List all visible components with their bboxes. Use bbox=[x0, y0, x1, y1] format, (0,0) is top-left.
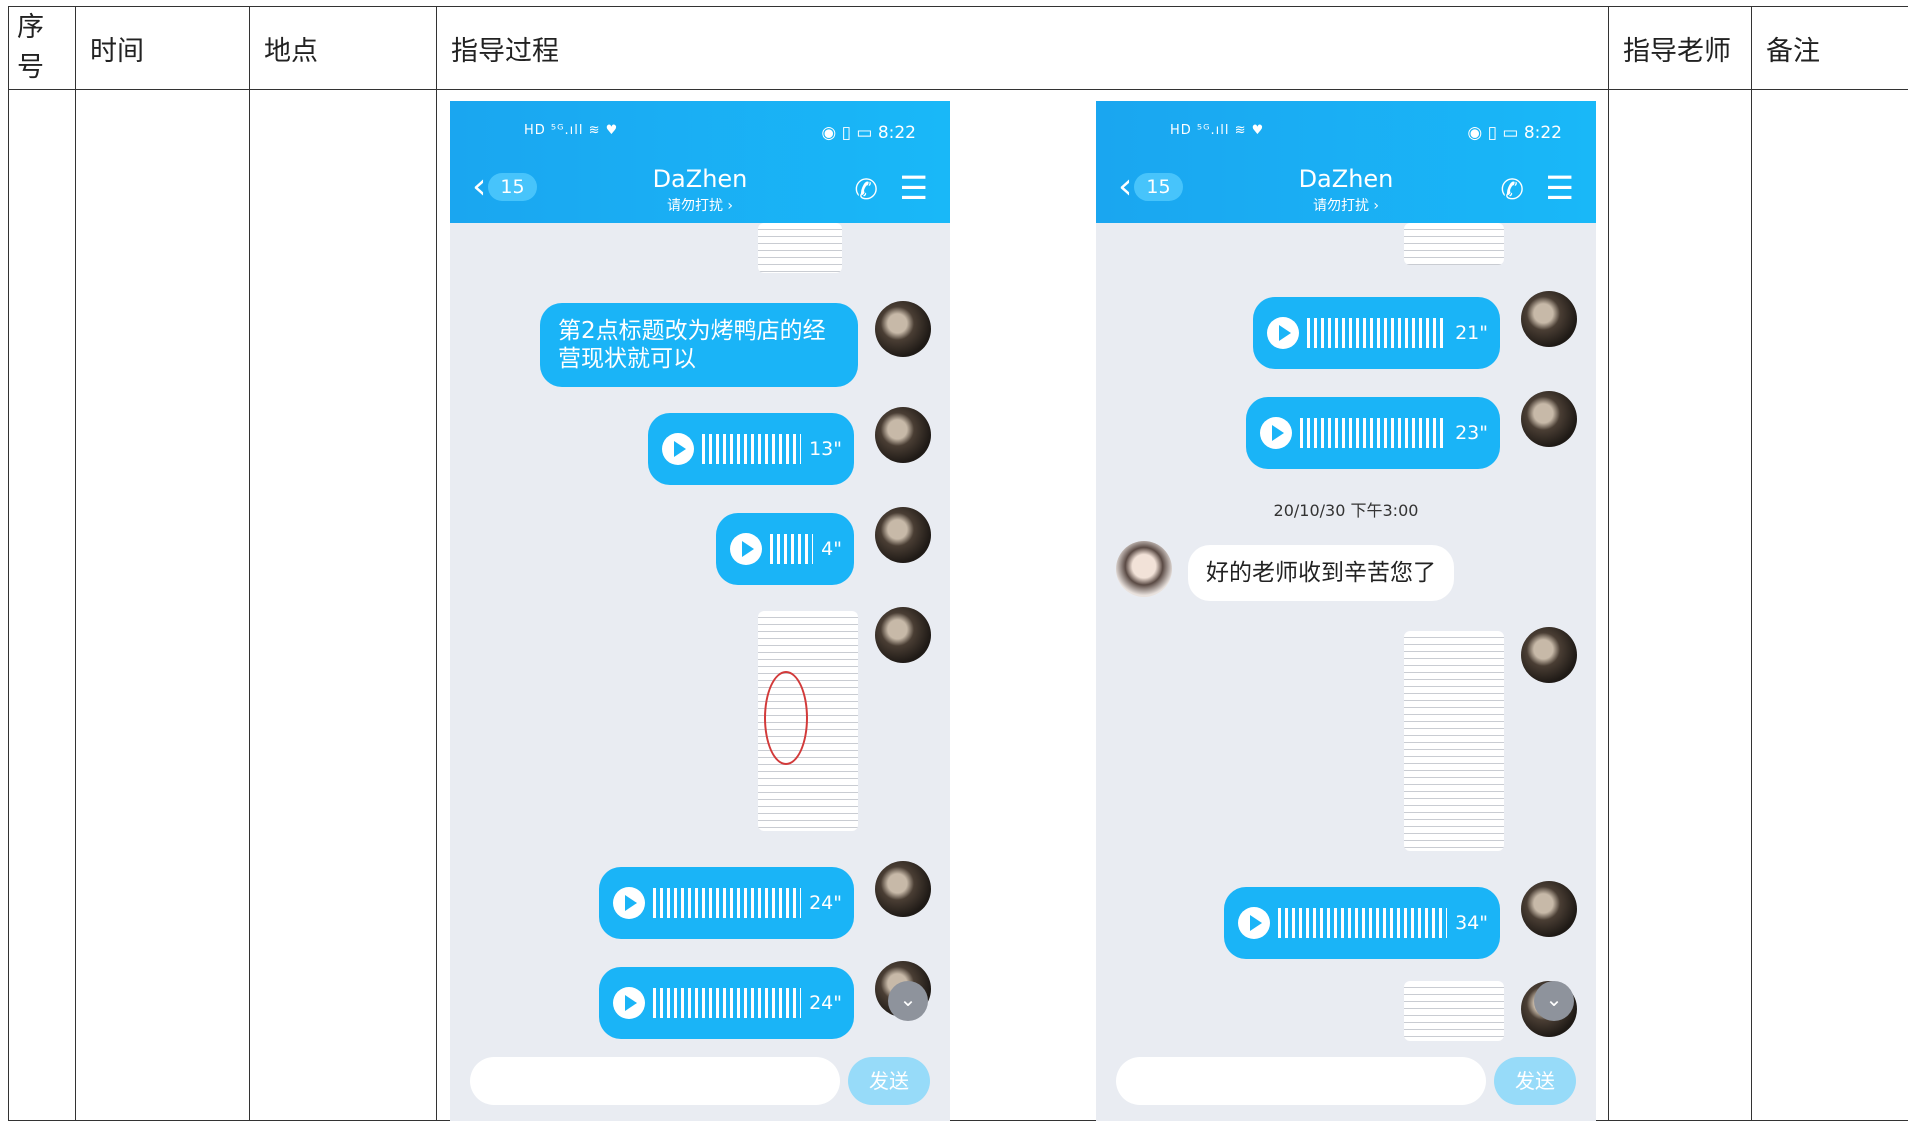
voice-duration: 24" bbox=[809, 889, 842, 917]
header-note: 备注 bbox=[1752, 7, 1908, 90]
avatar[interactable] bbox=[875, 607, 931, 663]
voice-message[interactable]: 21" bbox=[1253, 297, 1500, 369]
play-icon bbox=[1267, 317, 1299, 349]
menu-icon[interactable]: ☰ bbox=[1545, 169, 1574, 207]
chat-header: HD ⁵ᴳ.ıll ≋ ♥ ◉ ▯ ▭ 8:22 ‹ 15 DaZhen 请勿打… bbox=[1096, 101, 1596, 223]
cell-place bbox=[250, 90, 437, 1121]
annotated-document-image[interactable] bbox=[758, 611, 858, 831]
cell-teacher bbox=[1609, 90, 1752, 1121]
document-image-thumb[interactable] bbox=[758, 223, 842, 273]
avatar[interactable] bbox=[1521, 291, 1577, 347]
status-bar-left: HD ⁵ᴳ.ıll ≋ ♥ bbox=[1170, 123, 1264, 138]
play-icon bbox=[613, 887, 645, 919]
record-row: HD ⁵ᴳ.ıll ≋ ♥ ◉ ▯ ▭ 8:22 ‹ 15 DaZhen 请勿打… bbox=[9, 90, 1908, 1121]
chevron-down-icon[interactable]: ⌄ bbox=[888, 981, 928, 1021]
chat-header: HD ⁵ᴳ.ıll ≋ ♥ ◉ ▯ ▭ 8:22 ‹ 15 DaZhen 请勿打… bbox=[450, 101, 950, 223]
play-icon bbox=[730, 533, 762, 565]
header-process: 指导过程 bbox=[437, 7, 1609, 90]
voice-duration: 13" bbox=[809, 435, 842, 463]
play-icon bbox=[662, 433, 694, 465]
guidance-record-table: 序号 时间 地点 指导过程 指导老师 备注 HD ⁵ᴳ.ıll ≋ ♥ ◉ ▯ … bbox=[8, 6, 1908, 1121]
cell-time bbox=[76, 90, 250, 1121]
phone-icon[interactable]: ✆ bbox=[855, 173, 878, 206]
play-icon bbox=[613, 987, 645, 1019]
avatar[interactable] bbox=[875, 301, 931, 357]
play-icon bbox=[1238, 907, 1270, 939]
header-time: 时间 bbox=[76, 7, 250, 90]
voice-message[interactable]: 13" bbox=[648, 413, 854, 485]
chat-screenshot-2: HD ⁵ᴳ.ıll ≋ ♥ ◉ ▯ ▭ 8:22 ‹ 15 DaZhen 请勿打… bbox=[1096, 101, 1596, 1121]
status-bar-right: ◉ ▯ ▭ 8:22 bbox=[821, 123, 916, 143]
avatar[interactable] bbox=[875, 507, 931, 563]
header-teacher: 指导老师 bbox=[1609, 7, 1752, 90]
message-input[interactable] bbox=[1116, 1057, 1486, 1105]
voice-message[interactable]: 24" bbox=[599, 867, 854, 939]
voice-message[interactable]: 4" bbox=[716, 513, 854, 585]
phone-icon[interactable]: ✆ bbox=[1501, 173, 1524, 206]
message-input[interactable] bbox=[470, 1057, 840, 1105]
voice-duration: 21" bbox=[1455, 319, 1488, 347]
document-table-image[interactable] bbox=[1404, 631, 1504, 851]
chevron-down-icon[interactable]: ⌄ bbox=[1534, 981, 1574, 1021]
friend-avatar[interactable] bbox=[1116, 541, 1172, 597]
voice-message[interactable]: 24" bbox=[599, 967, 854, 1039]
avatar[interactable] bbox=[1521, 627, 1577, 683]
avatar[interactable] bbox=[1521, 391, 1577, 447]
send-button[interactable]: 发送 bbox=[848, 1057, 930, 1105]
send-button[interactable]: 发送 bbox=[1494, 1057, 1576, 1105]
document-image-thumb[interactable] bbox=[1404, 223, 1504, 265]
reply-text-bubble: 好的老师收到辛苦您了 bbox=[1188, 545, 1454, 601]
header-seq: 序号 bbox=[9, 7, 76, 90]
avatar[interactable] bbox=[875, 861, 931, 917]
play-icon bbox=[1260, 417, 1292, 449]
avatar[interactable] bbox=[1521, 881, 1577, 937]
waveform-icon bbox=[653, 988, 801, 1018]
waveform-icon bbox=[702, 434, 801, 464]
status-bar-right: ◉ ▯ ▭ 8:22 bbox=[1467, 123, 1562, 143]
voice-duration: 4" bbox=[821, 535, 842, 563]
cell-note bbox=[1752, 90, 1908, 1121]
cell-seq bbox=[9, 90, 76, 1121]
waveform-icon bbox=[1278, 908, 1447, 938]
menu-icon[interactable]: ☰ bbox=[899, 169, 928, 207]
chat-screenshot-1: HD ⁵ᴳ.ıll ≋ ♥ ◉ ▯ ▭ 8:22 ‹ 15 DaZhen 请勿打… bbox=[450, 101, 950, 1121]
waveform-icon bbox=[770, 534, 813, 564]
avatar[interactable] bbox=[875, 407, 931, 463]
voice-message[interactable]: 23" bbox=[1246, 397, 1500, 469]
voice-message[interactable]: 34" bbox=[1224, 887, 1500, 959]
voice-duration: 24" bbox=[809, 989, 842, 1017]
cell-process: HD ⁵ᴳ.ıll ≋ ♥ ◉ ▯ ▭ 8:22 ‹ 15 DaZhen 请勿打… bbox=[437, 90, 1609, 1121]
waveform-icon bbox=[1307, 318, 1447, 348]
voice-duration: 34" bbox=[1455, 909, 1488, 937]
message-timestamp: 20/10/30 下午3:00 bbox=[1096, 497, 1596, 521]
header-place: 地点 bbox=[250, 7, 437, 90]
status-bar-left: HD ⁵ᴳ.ıll ≋ ♥ bbox=[524, 123, 618, 138]
voice-duration: 23" bbox=[1455, 419, 1488, 447]
document-image-thumb[interactable] bbox=[1404, 981, 1504, 1041]
header-row: 序号 时间 地点 指导过程 指导老师 备注 bbox=[9, 7, 1908, 90]
waveform-icon bbox=[653, 888, 801, 918]
waveform-icon bbox=[1300, 418, 1447, 448]
message-text-bubble: 第2点标题改为烤鸭店的经营现状就可以 bbox=[540, 303, 858, 387]
